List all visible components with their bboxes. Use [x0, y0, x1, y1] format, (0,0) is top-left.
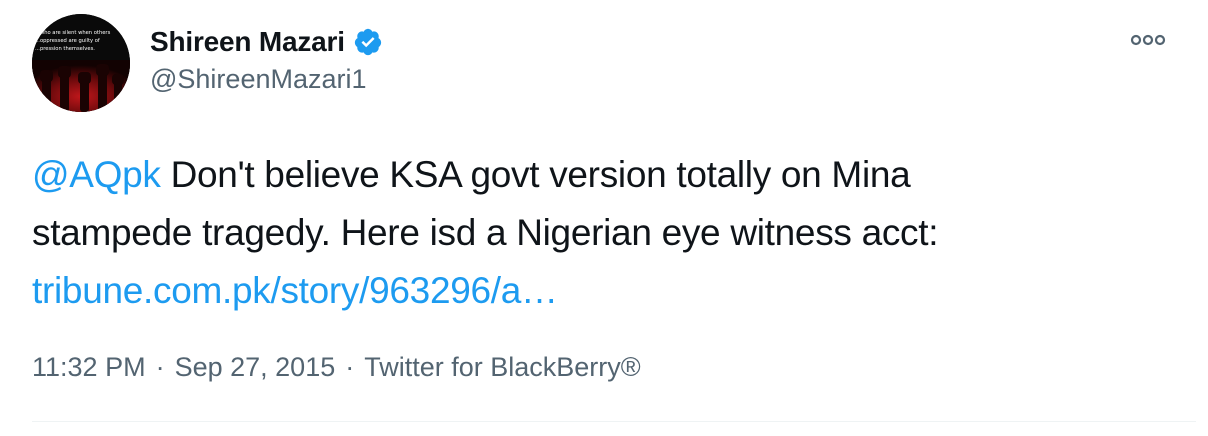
mention-link[interactable]: @AQpk	[32, 154, 161, 195]
tweet-card: ...who are silent when others ...oppress…	[0, 0, 1208, 436]
tweet-text-line-1-content: Don't believe KSA govt version totally o…	[160, 154, 911, 195]
avatar-quote-line-3: ...pression themselves.	[35, 46, 95, 52]
author-name-row: Shireen Mazari	[150, 22, 383, 62]
author-display-name[interactable]: Shireen Mazari	[150, 26, 345, 58]
tweet-time[interactable]: 11:32 PM	[32, 352, 146, 383]
tweet-text-line-1: @AQpk Don't believe KSA govt version tot…	[32, 146, 1172, 204]
tweet-text-line-2: stampede tragedy. Here isd a Nigerian ey…	[32, 212, 939, 253]
divider	[32, 421, 1196, 422]
author-handle[interactable]: @ShireenMazari1	[150, 64, 367, 95]
verified-badge-icon	[353, 27, 383, 57]
tweet-meta: 11:32 PM · Sep 27, 2015 · Twitter for Bl…	[32, 352, 641, 383]
more-options-icon	[1130, 34, 1166, 46]
meta-separator: ·	[345, 352, 355, 382]
article-link[interactable]: tribune.com.pk/story/963296/a…	[32, 270, 558, 311]
avatar[interactable]: ...who are silent when others ...oppress…	[32, 14, 130, 112]
more-options-button[interactable]	[1124, 28, 1172, 52]
avatar-quote-line-1: ...who are silent when others	[35, 30, 111, 36]
tweet-source[interactable]: Twitter for BlackBerry®	[364, 352, 640, 383]
avatar-quote-line-2: ...oppressed are guilty of	[35, 38, 100, 44]
avatar-image: ...who are silent when others ...oppress…	[32, 14, 130, 112]
tweet-text: @AQpk Don't believe KSA govt version tot…	[32, 146, 1172, 320]
tweet-date[interactable]: Sep 27, 2015	[175, 352, 336, 383]
meta-separator: ·	[155, 352, 165, 382]
